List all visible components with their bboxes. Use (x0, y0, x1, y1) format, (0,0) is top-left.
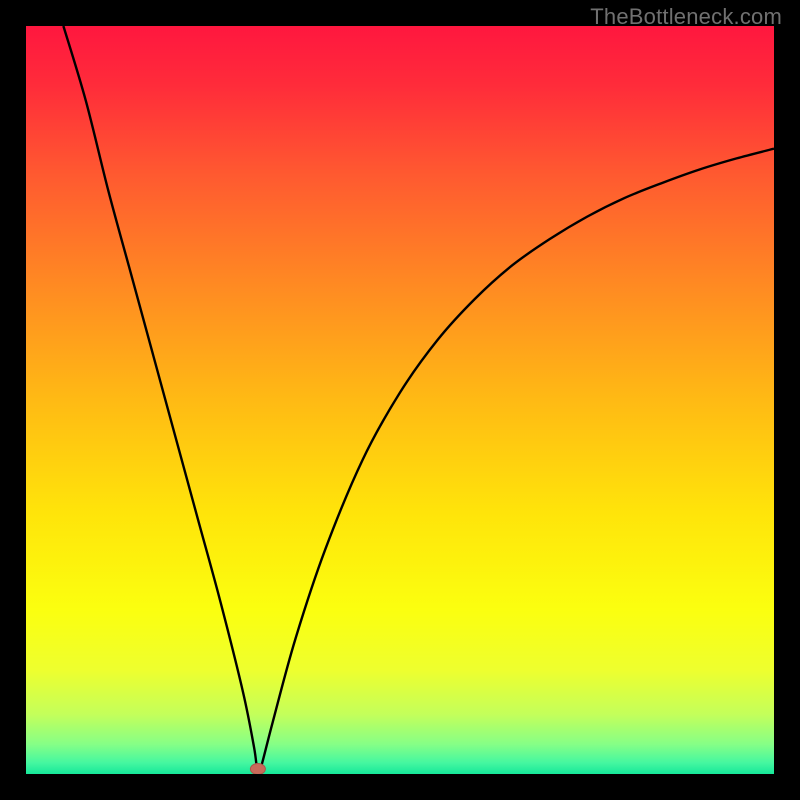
bottleneck-chart (26, 26, 774, 774)
gradient-background (26, 26, 774, 774)
chart-frame: TheBottleneck.com (0, 0, 800, 800)
optimal-point-marker (250, 764, 265, 775)
